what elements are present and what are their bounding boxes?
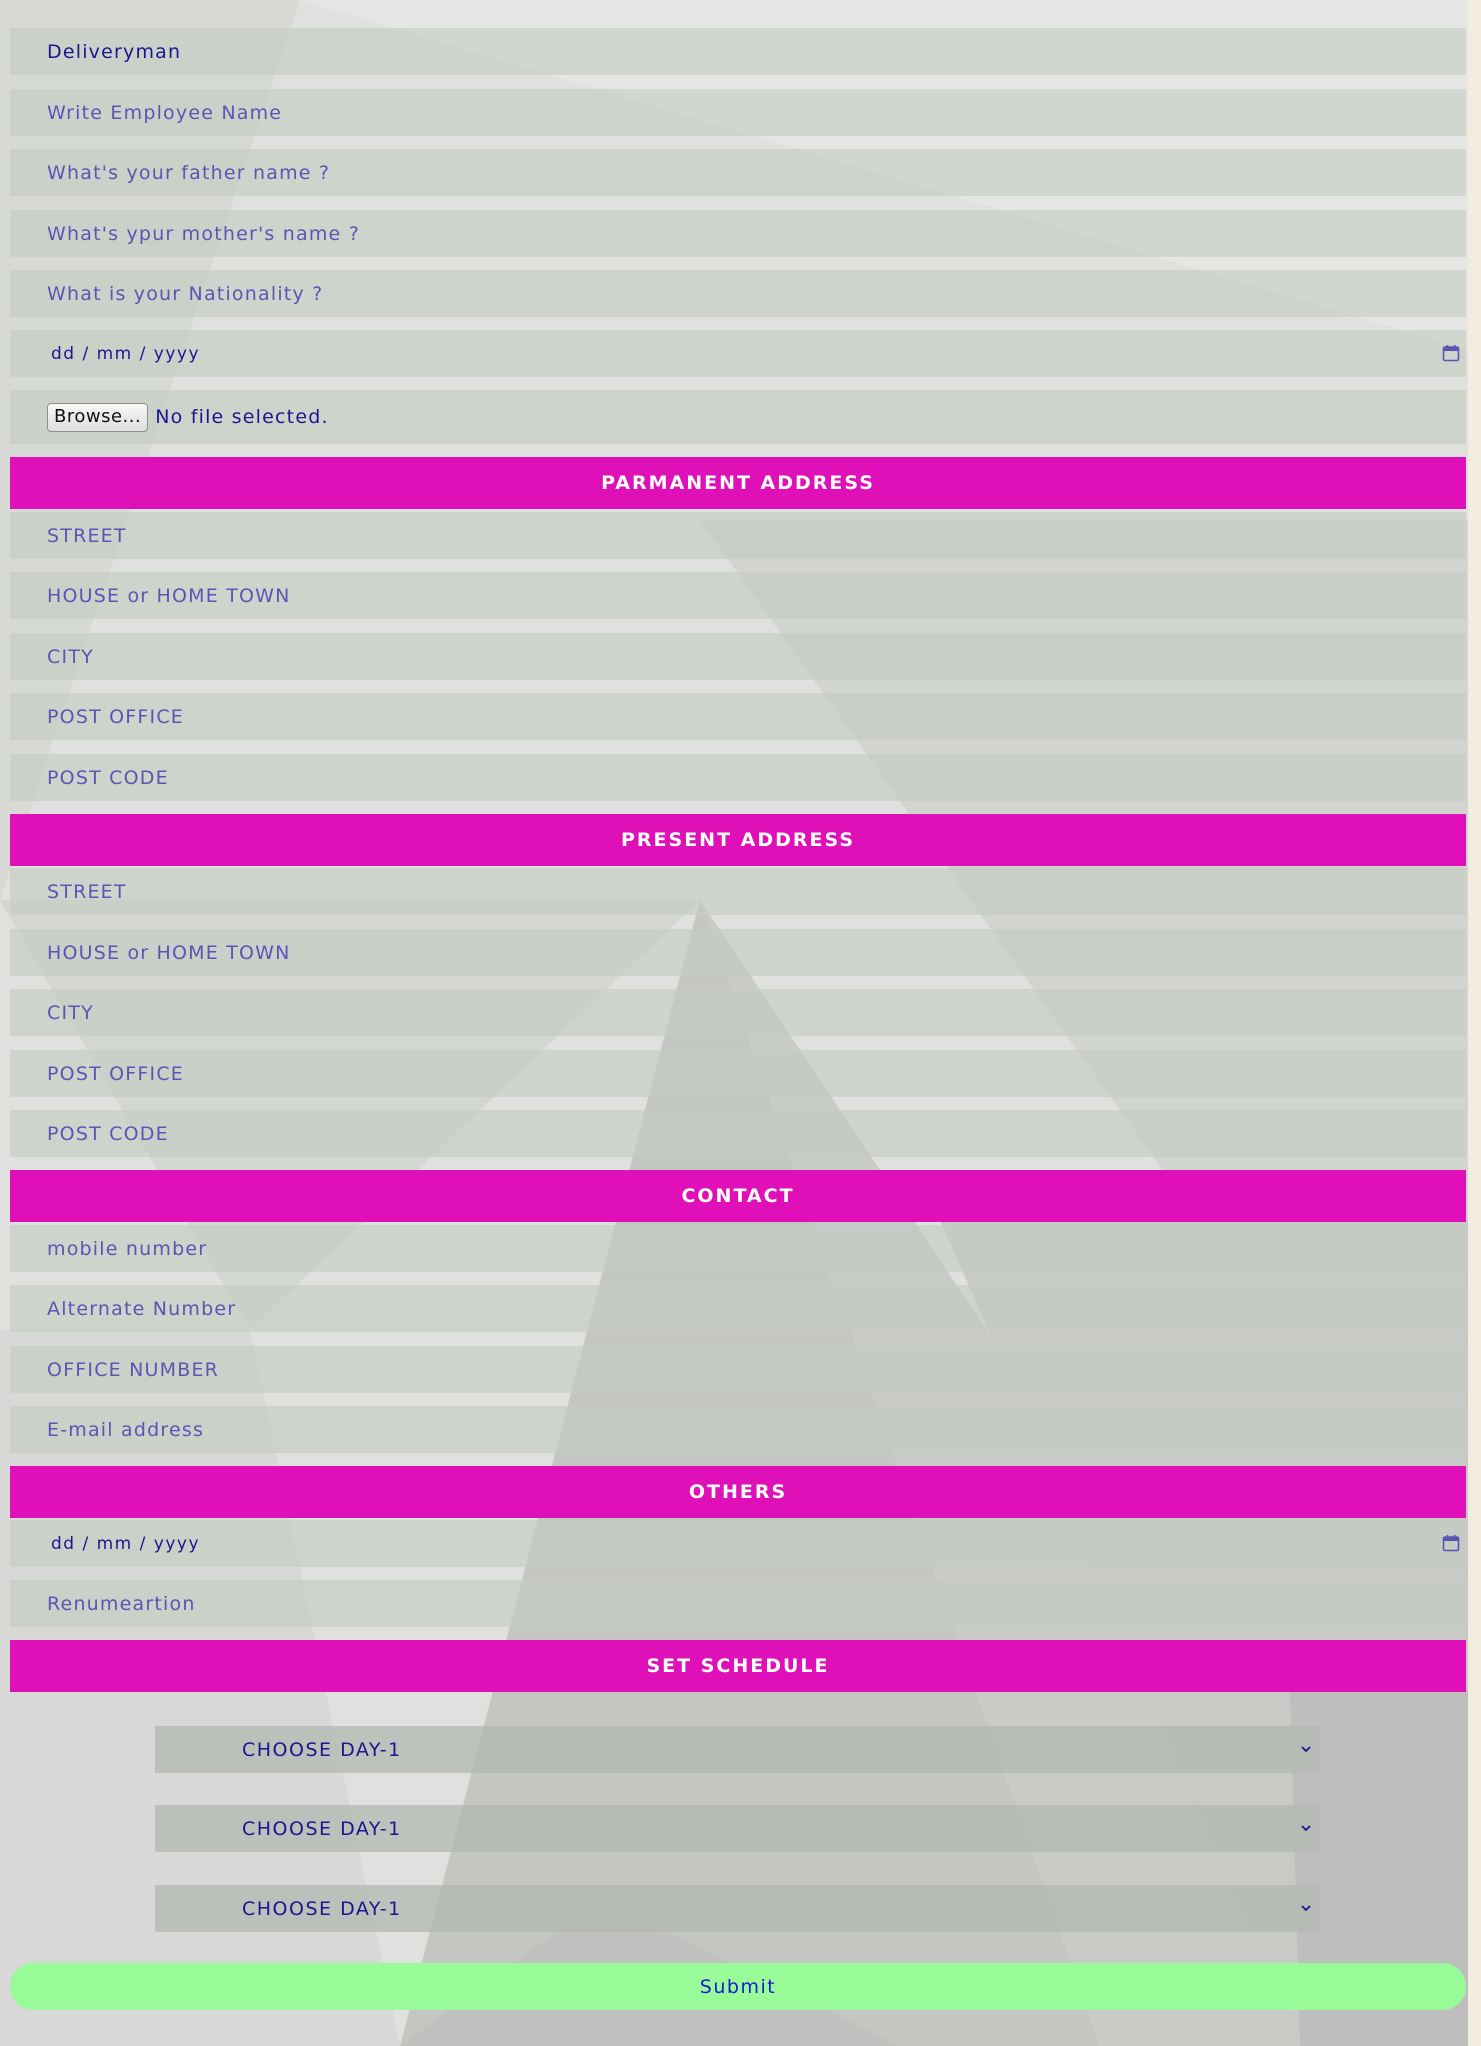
present-address-title: PRESENT ADDRESS bbox=[620, 829, 856, 851]
chevron-down-icon bbox=[1301, 1905, 1311, 1912]
permanent-post-office-placeholder: POST OFFICE bbox=[47, 705, 185, 728]
father-name-input[interactable]: What's your father name ? bbox=[10, 149, 1466, 196]
father-name-placeholder: What's your father name ? bbox=[47, 161, 331, 184]
joining-date-input[interactable]: dd / mm / yyyy bbox=[10, 1520, 1466, 1567]
office-number-placeholder: OFFICE NUMBER bbox=[47, 1358, 220, 1381]
day-select-3[interactable]: CHOOSE DAY-1 bbox=[155, 1885, 1320, 1932]
present-post-office-input[interactable]: POST OFFICE bbox=[10, 1050, 1466, 1097]
present-post-code-placeholder: POST CODE bbox=[47, 1122, 169, 1145]
permanent-address-title: PARMANENT ADDRESS bbox=[601, 472, 875, 494]
mother-name-input[interactable]: What's ypur mother's name ? bbox=[10, 210, 1466, 257]
others-title: OTHERS bbox=[688, 1481, 788, 1503]
submit-label: Submit bbox=[699, 1975, 777, 1998]
permanent-house-placeholder: HOUSE or HOME TOWN bbox=[47, 584, 291, 607]
remuneration-input[interactable]: Renumeartion bbox=[10, 1580, 1466, 1627]
birth-date-placeholder: dd / mm / yyyy bbox=[51, 343, 201, 364]
joining-date-placeholder: dd / mm / yyyy bbox=[51, 1533, 201, 1554]
permanent-street-input[interactable]: STREET bbox=[10, 512, 1466, 559]
day-select-1[interactable]: CHOOSE DAY-1 bbox=[155, 1726, 1320, 1773]
permanent-address-header: PARMANENT ADDRESS bbox=[10, 457, 1466, 509]
present-post-code-input[interactable]: POST CODE bbox=[10, 1110, 1466, 1157]
permanent-post-office-input[interactable]: POST OFFICE bbox=[10, 693, 1466, 740]
day-select-2-value: CHOOSE DAY-1 bbox=[242, 1817, 402, 1840]
mobile-number-input[interactable]: mobile number bbox=[10, 1225, 1466, 1272]
contact-title: CONTACT bbox=[681, 1185, 795, 1207]
designation-field[interactable]: Deliveryman bbox=[10, 28, 1466, 75]
chevron-down-icon bbox=[1301, 1746, 1311, 1753]
designation-value: Deliveryman bbox=[47, 40, 182, 63]
permanent-city-placeholder: CITY bbox=[47, 645, 94, 668]
calendar-icon[interactable] bbox=[1442, 344, 1460, 362]
email-input[interactable]: E-mail address bbox=[10, 1406, 1466, 1453]
present-house-placeholder: HOUSE or HOME TOWN bbox=[47, 941, 291, 964]
mother-name-placeholder: What's ypur mother's name ? bbox=[47, 222, 360, 245]
set-schedule-title: SET SCHEDULE bbox=[646, 1655, 830, 1677]
present-post-office-placeholder: POST OFFICE bbox=[47, 1062, 185, 1085]
alternate-number-placeholder: Alternate Number bbox=[47, 1297, 237, 1320]
nationality-placeholder: What is your Nationality ? bbox=[47, 282, 324, 305]
browse-button[interactable]: Browse... bbox=[47, 402, 149, 432]
permanent-post-code-placeholder: POST CODE bbox=[47, 766, 169, 789]
permanent-house-input[interactable]: HOUSE or HOME TOWN bbox=[10, 572, 1466, 619]
mobile-number-placeholder: mobile number bbox=[47, 1237, 208, 1260]
day-select-2[interactable]: CHOOSE DAY-1 bbox=[155, 1805, 1320, 1852]
submit-button[interactable]: Submit bbox=[10, 1963, 1466, 2010]
email-placeholder: E-mail address bbox=[47, 1418, 205, 1441]
day-select-3-value: CHOOSE DAY-1 bbox=[242, 1897, 402, 1920]
day-select-1-value: CHOOSE DAY-1 bbox=[242, 1738, 402, 1761]
present-city-placeholder: CITY bbox=[47, 1001, 94, 1024]
present-house-input[interactable]: HOUSE or HOME TOWN bbox=[10, 929, 1466, 976]
others-header: OTHERS bbox=[10, 1466, 1466, 1518]
permanent-post-code-input[interactable]: POST CODE bbox=[10, 754, 1466, 801]
present-city-input[interactable]: CITY bbox=[10, 989, 1466, 1036]
calendar-icon[interactable] bbox=[1442, 1534, 1460, 1552]
alternate-number-input[interactable]: Alternate Number bbox=[10, 1285, 1466, 1332]
permanent-city-input[interactable]: CITY bbox=[10, 633, 1466, 680]
present-address-header: PRESENT ADDRESS bbox=[10, 814, 1466, 866]
form-panel: Deliveryman Write Employee Name What's y… bbox=[0, 0, 1468, 2046]
contact-header: CONTACT bbox=[10, 1170, 1466, 1222]
birth-date-input[interactable]: dd / mm / yyyy bbox=[10, 330, 1466, 377]
remuneration-placeholder: Renumeartion bbox=[47, 1592, 196, 1615]
nationality-input[interactable]: What is your Nationality ? bbox=[10, 270, 1466, 317]
file-status-text: No file selected. bbox=[155, 406, 329, 428]
office-number-input[interactable]: OFFICE NUMBER bbox=[10, 1346, 1466, 1393]
employee-name-input[interactable]: Write Employee Name bbox=[10, 89, 1466, 136]
employee-name-placeholder: Write Employee Name bbox=[47, 101, 283, 124]
chevron-down-icon bbox=[1301, 1825, 1311, 1832]
present-street-input[interactable]: STREET bbox=[10, 868, 1466, 915]
permanent-street-placeholder: STREET bbox=[47, 524, 127, 547]
present-street-placeholder: STREET bbox=[47, 880, 127, 903]
set-schedule-header: SET SCHEDULE bbox=[10, 1640, 1466, 1692]
photo-file-input: Browse... No file selected. bbox=[10, 390, 1466, 444]
